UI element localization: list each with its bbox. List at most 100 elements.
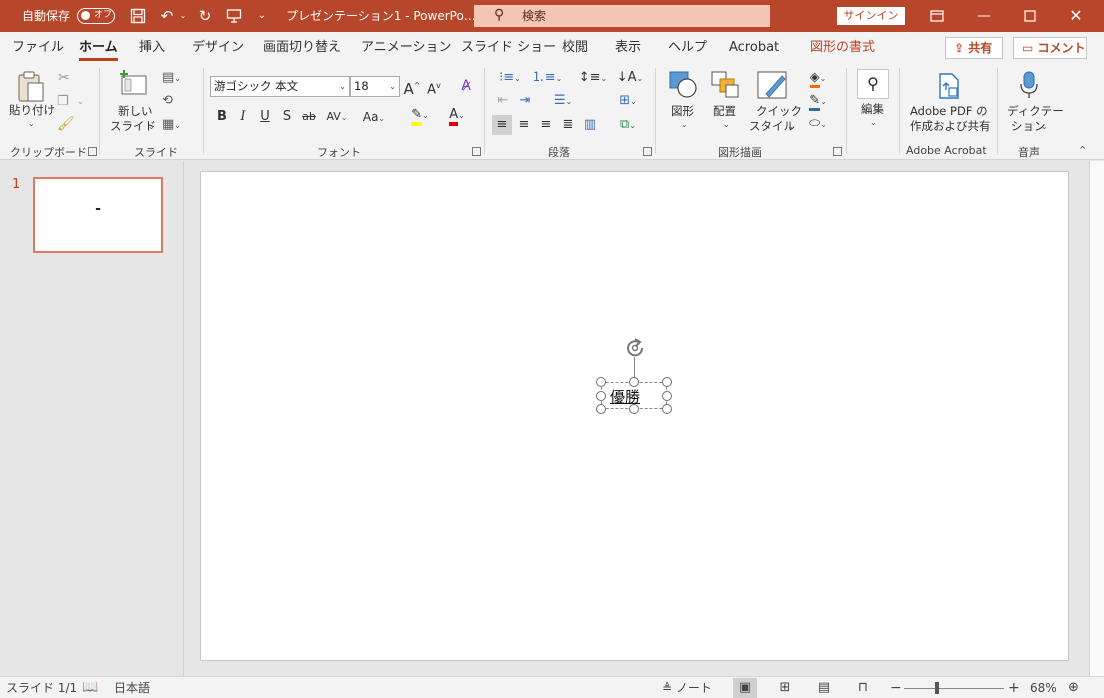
arrange-button[interactable]: 配置 [713, 104, 736, 119]
tab-home[interactable]: ホーム [79, 32, 118, 64]
shapes-icon[interactable] [668, 70, 700, 103]
increase-indent-icon[interactable]: ⇥ [515, 91, 535, 111]
justify-icon[interactable]: ≣ [558, 115, 578, 135]
shape-effects-icon[interactable]: ⬭⌄ [802, 114, 834, 134]
tab-design[interactable]: デザイン [192, 32, 244, 64]
reading-view-icon[interactable]: ▤ [812, 678, 836, 698]
adobe-pdf-line1[interactable]: Adobe PDF の [910, 104, 988, 119]
zoom-slider[interactable] [904, 688, 1004, 689]
numbering-icon[interactable]: ⒈≡⌄ [530, 68, 564, 88]
align-text-icon[interactable]: ⊞⌄ [612, 91, 644, 111]
bullets-icon[interactable]: ⁝≡⌄ [493, 68, 527, 88]
zoom-slider-thumb[interactable] [935, 682, 939, 694]
zoom-out-icon[interactable]: − [890, 677, 902, 698]
italic-icon[interactable]: I [233, 107, 253, 127]
layout-icon[interactable]: ▤⌄ [162, 70, 181, 85]
new-slide-line1[interactable]: 新しい [118, 104, 153, 119]
resize-handle[interactable] [629, 404, 639, 414]
slideshow-view-icon[interactable]: ⊓ [851, 678, 875, 698]
search-icon[interactable]: ⚲ [857, 69, 889, 99]
quick-styles-icon[interactable] [756, 70, 790, 103]
new-slide-icon[interactable] [118, 70, 148, 101]
drawing-launcher-icon[interactable] [833, 147, 842, 156]
undo-dropdown-icon[interactable]: ⌄ [178, 0, 188, 32]
tab-shape-format[interactable]: 図形の書式 [810, 32, 875, 64]
resize-handle[interactable] [629, 377, 639, 387]
ribbon-display-options-icon[interactable] [926, 0, 948, 32]
format-painter-icon[interactable]: 🖌 [57, 116, 75, 132]
resize-handle[interactable] [662, 377, 672, 387]
shadow-icon[interactable]: S [277, 107, 297, 127]
share-button[interactable]: ⇪ 共有 [945, 37, 1003, 59]
adobe-pdf-line2[interactable]: 作成および共有 [910, 119, 991, 134]
search-box[interactable]: ⚲ 検索 [474, 5, 770, 27]
clipboard-launcher-icon[interactable] [88, 147, 97, 156]
font-launcher-icon[interactable] [472, 147, 481, 156]
tab-insert[interactable]: 挿入 [139, 32, 165, 64]
paste-icon[interactable] [16, 70, 46, 107]
collapse-ribbon-icon[interactable]: ⌃ [1078, 144, 1087, 157]
tab-animations[interactable]: アニメーション [361, 32, 451, 64]
decrease-indent-icon[interactable]: ⇤ [493, 91, 513, 111]
decrease-font-icon[interactable]: Av [424, 76, 444, 97]
underline-icon[interactable]: U [255, 107, 275, 127]
distributed-icon[interactable]: ▥ [580, 115, 600, 135]
change-case-icon[interactable]: Aa⌄ [358, 107, 390, 127]
microphone-icon[interactable] [1018, 70, 1040, 103]
shape-outline-icon[interactable]: ✎⌄ [802, 91, 834, 111]
tab-slideshow[interactable]: スライド ショー [461, 32, 556, 64]
reset-icon[interactable]: ⟲ [162, 93, 173, 108]
font-color-icon[interactable]: A⌄ [440, 105, 474, 126]
undo-icon[interactable]: ↶ [156, 0, 178, 32]
paste-dropdown-icon[interactable]: ⌄ [28, 119, 35, 128]
resize-handle[interactable] [662, 391, 672, 401]
rotate-handle-icon[interactable] [622, 336, 648, 362]
bold-icon[interactable]: B [212, 107, 232, 127]
quick-styles-line1[interactable]: クイック [756, 104, 802, 119]
shape-fill-icon[interactable]: ◈⌄ [802, 68, 834, 88]
redo-icon[interactable]: ↻ [194, 0, 216, 32]
language-indicator[interactable]: 日本語 [114, 677, 150, 698]
tab-review[interactable]: 校閲 [562, 32, 588, 64]
resize-handle[interactable] [596, 377, 606, 387]
copy-dropdown-icon[interactable]: ⌄ [77, 97, 84, 106]
comment-button[interactable]: ▭ コメント [1013, 37, 1087, 59]
increase-font-icon[interactable]: A^ [402, 76, 422, 98]
close-icon[interactable]: ✕ [1064, 0, 1088, 32]
accessibility-icon[interactable]: 📖 [82, 677, 98, 698]
notes-button[interactable]: ≜ ノート [662, 677, 712, 698]
font-size-combo[interactable]: 18 ⌄ [350, 76, 400, 97]
chevron-down-icon[interactable]: ⌄ [870, 118, 877, 127]
resize-handle[interactable] [596, 391, 606, 401]
slide-canvas[interactable] [200, 171, 1069, 661]
resize-handle[interactable] [596, 404, 606, 414]
columns-icon[interactable]: ☰⌄ [546, 91, 580, 111]
chevron-down-icon[interactable]: ⌄ [787, 122, 794, 131]
tab-view[interactable]: 表示 [615, 32, 641, 64]
customize-toolbar-icon[interactable]: ⌄ [254, 0, 270, 32]
section-icon[interactable]: ▦⌄ [162, 117, 181, 132]
tab-help[interactable]: ヘルプ [668, 32, 707, 64]
smartart-icon[interactable]: ⧉⌄ [612, 115, 644, 135]
chevron-down-icon[interactable]: ⌄ [681, 120, 688, 129]
pdf-share-icon[interactable] [937, 72, 961, 103]
chevron-down-icon[interactable]: ⌄ [723, 120, 730, 129]
strikethrough-icon[interactable]: ab [299, 107, 319, 127]
present-from-start-icon[interactable] [223, 0, 245, 32]
resize-handle[interactable] [662, 404, 672, 414]
line-spacing-icon[interactable]: ↕≡⌄ [576, 68, 610, 88]
autosave-toggle[interactable]: オフ [77, 8, 115, 24]
align-center-icon[interactable]: ≡ [514, 115, 534, 135]
fit-slide-icon[interactable]: ⊕ [1068, 677, 1079, 698]
character-spacing-icon[interactable]: AV⌄ [322, 107, 352, 127]
dictate-line1[interactable]: ディクテー [1007, 104, 1064, 119]
align-right-icon[interactable]: ≡ [536, 115, 556, 135]
arrange-icon[interactable] [710, 70, 742, 103]
highlight-color-icon[interactable]: ✎⌄ [403, 105, 437, 126]
maximize-icon[interactable] [1018, 0, 1042, 32]
minimize-icon[interactable]: — [972, 0, 996, 32]
copy-icon[interactable]: ❐ [57, 94, 69, 109]
chevron-down-icon[interactable]: ⌄ [1041, 122, 1048, 131]
search-input[interactable]: 検索 [522, 5, 546, 27]
align-left-icon[interactable]: ≡ [492, 115, 512, 135]
